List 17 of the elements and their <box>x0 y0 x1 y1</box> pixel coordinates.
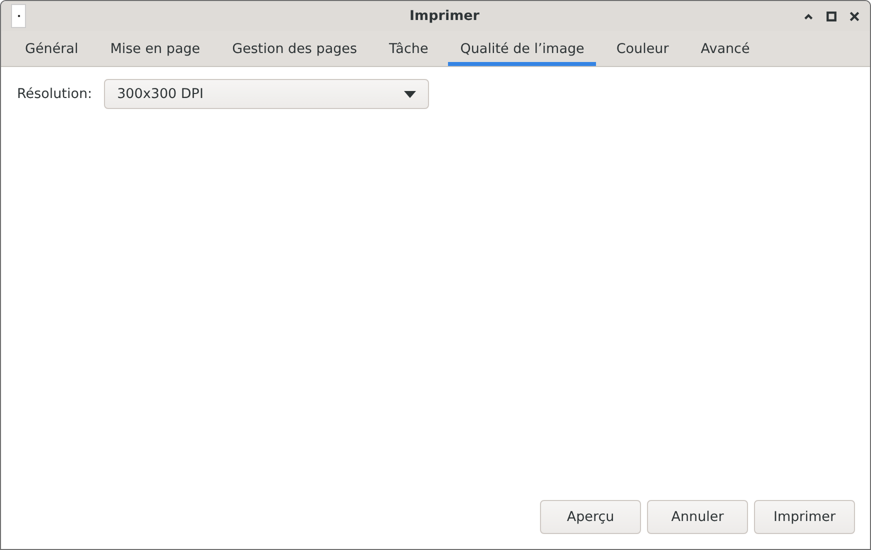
maximize-button[interactable] <box>826 10 837 22</box>
resolution-dropdown[interactable]: 300x300 DPI <box>104 79 430 109</box>
tab[interactable]: Mise en page <box>98 31 212 66</box>
tab[interactable]: Couleur <box>604 31 681 66</box>
window-title: Imprimer <box>408 8 480 24</box>
tab[interactable]: Tâche <box>377 31 440 66</box>
tab[interactable]: Gestion des pages <box>220 31 370 66</box>
dialog-button[interactable]: Imprimer <box>754 500 855 534</box>
tab[interactable]: Qualité de l’image <box>448 31 596 66</box>
close-button[interactable] <box>848 10 860 22</box>
app-icon <box>11 4 26 28</box>
tab[interactable]: Avancé <box>688 31 762 66</box>
caret-icon <box>404 90 416 98</box>
tab[interactable]: Général <box>13 31 90 66</box>
dialog-button[interactable]: Aperçu <box>540 500 641 534</box>
dialog-button[interactable]: Annuler <box>647 500 748 534</box>
resolution-label: Résolution: <box>17 86 92 102</box>
